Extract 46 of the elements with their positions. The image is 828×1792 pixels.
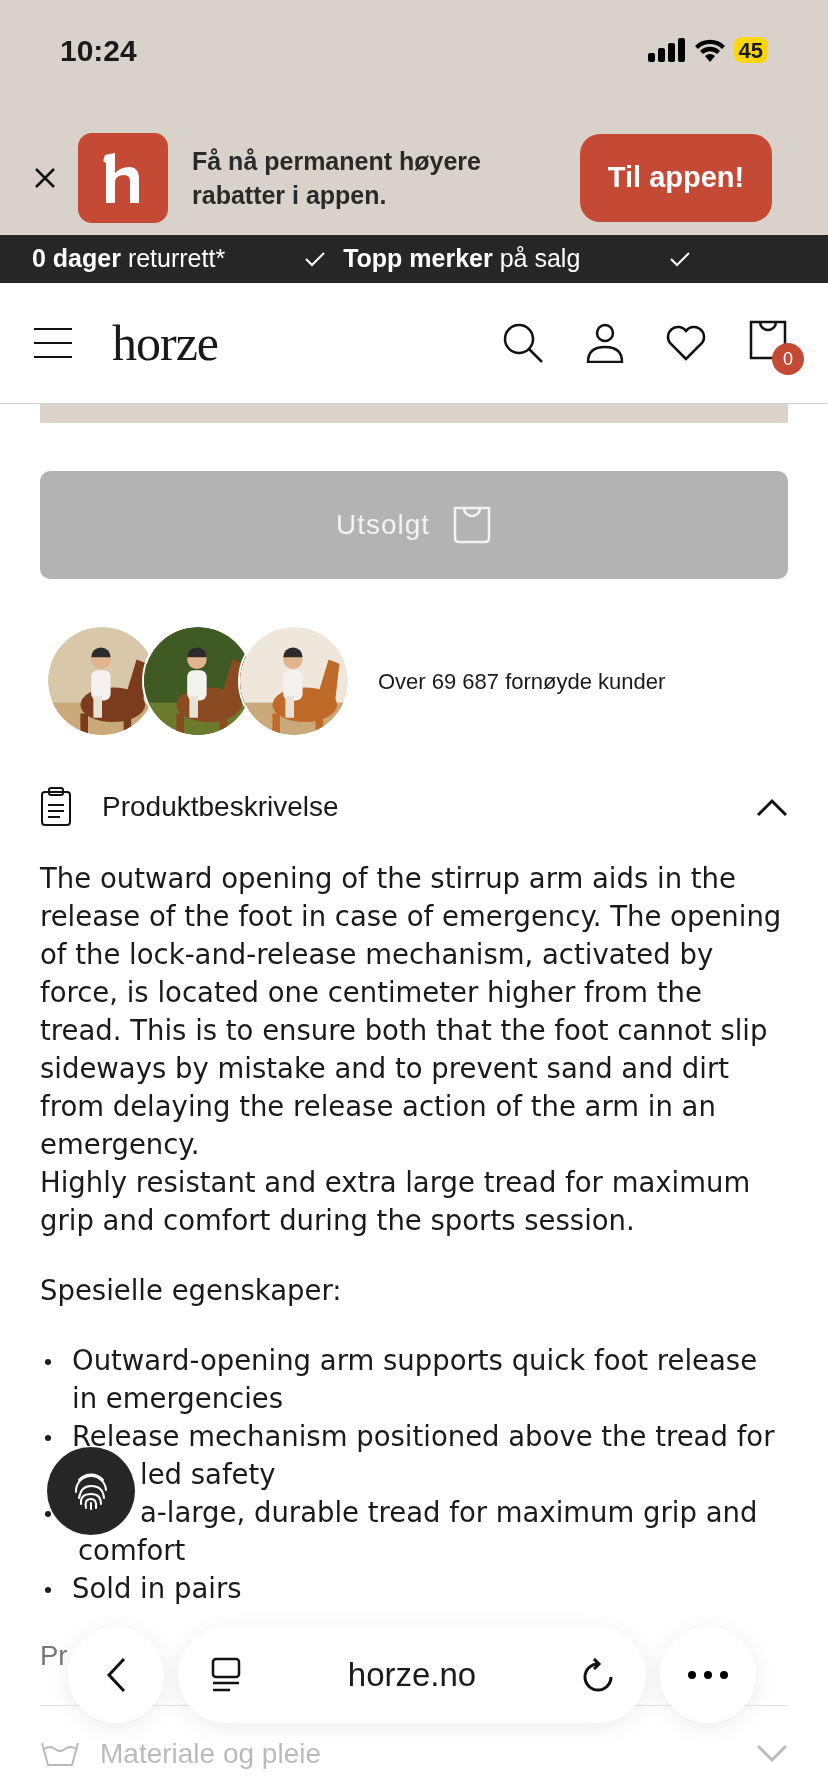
customer-count-text: Over 69 687 fornøyde kunder (378, 667, 666, 696)
bullet-icon (45, 1511, 51, 1517)
url-text: horze.no (347, 1655, 477, 1696)
bullet-icon (45, 1435, 51, 1441)
bag-icon (452, 505, 493, 545)
feature-text: led safety (140, 1457, 277, 1492)
account-icon[interactable] (586, 323, 624, 363)
washing-icon (40, 1741, 80, 1767)
bullet-icon (45, 1587, 51, 1593)
wifi-icon (693, 38, 726, 62)
status-time: 10:24 (60, 32, 137, 69)
feature-text: Outward-opening arm supports quick foot release (72, 1343, 758, 1378)
description-paragraph: Highly resistant and extra large tread for maximum grip and comfort during the sports session. (40, 1165, 752, 1238)
features-heading: Spesielle egenskaper: (40, 1273, 343, 1308)
feature-text: Release mechanism positioned above the tread for (72, 1419, 775, 1454)
fingerprint-icon (73, 1472, 109, 1510)
more-icon (688, 1671, 728, 1679)
close-icon[interactable] (34, 166, 56, 189)
feature-text: in emergencies (72, 1381, 285, 1416)
chevron-up-icon[interactable] (756, 797, 788, 817)
banner-message: Få nå permanent høyere rabatter i appen. (192, 145, 482, 211)
promo-text: 0 dager returrett* (32, 243, 226, 275)
signal-icon (647, 38, 686, 62)
open-app-button[interactable]: Til appen! (580, 133, 772, 222)
feature-text: comfort (77, 1533, 187, 1568)
heart-icon[interactable] (666, 325, 706, 361)
promo-text: Topp merker på salg (343, 243, 581, 275)
search-icon[interactable] (502, 322, 544, 364)
cart-count-badge: 0 (772, 343, 804, 375)
address-bar[interactable]: horze.no (178, 1627, 646, 1723)
section-title[interactable]: Produktbeskrivelse (102, 786, 339, 828)
clipboard-icon (40, 787, 72, 827)
app-logo-icon (78, 132, 168, 223)
site-logo[interactable]: horze (112, 305, 219, 381)
description-paragraph: The outward opening of the stirrup arm aids in the release of the foot in case of emergency. The opening of the lock-and-release mechanism, activated by force, is located one centimeter higher from the tread. This is to ensure both that the foot cannot slip sideways by mistake and to prevent sand and dirt from delaying the release action of the arm in an emergency. (40, 861, 783, 1162)
menu-icon[interactable] (34, 327, 72, 359)
feature-text: Sold in pairs (72, 1571, 242, 1606)
check-icon (305, 251, 326, 267)
back-icon (106, 1657, 126, 1693)
tabs-icon[interactable] (210, 1657, 242, 1693)
reload-icon[interactable] (582, 1658, 614, 1692)
bullet-icon (45, 1359, 51, 1365)
battery-indicator: 45 (733, 37, 768, 63)
product-number-label: Pr (40, 1639, 68, 1673)
feature-text: a-large, durable tread for maximum grip and (140, 1495, 758, 1530)
check-icon (670, 251, 691, 267)
